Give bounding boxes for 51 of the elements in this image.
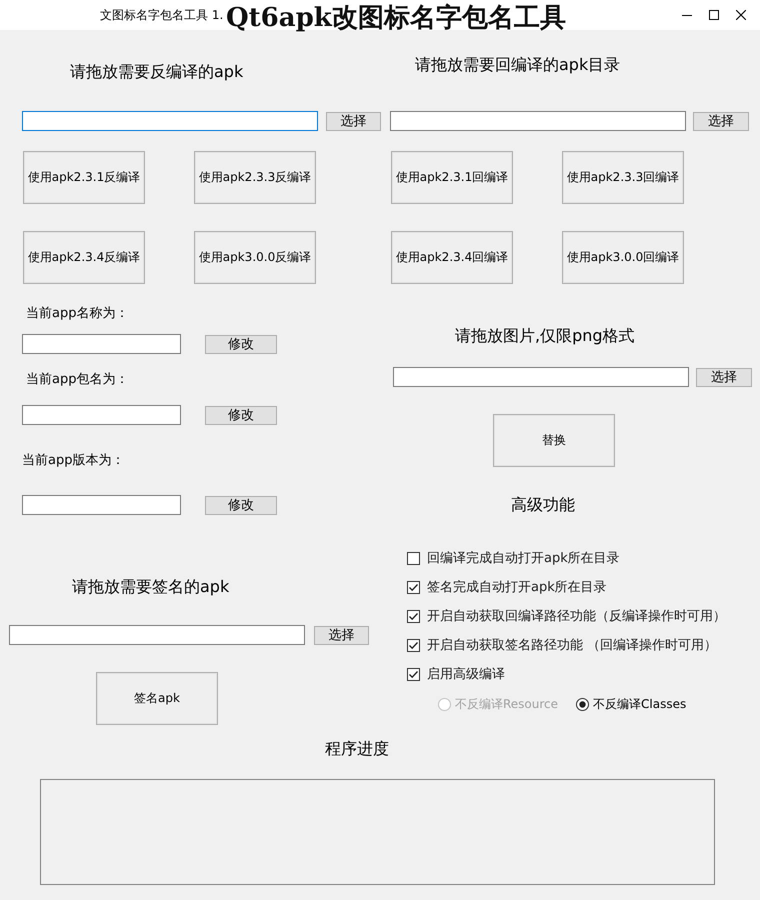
directory-path-field[interactable]: [390, 111, 686, 131]
checkbox-label: 签名完成自动打开apk所在目录: [427, 580, 607, 596]
field-label: 当前app版本为：: [22, 453, 124, 469]
edit-button[interactable]: 修改: [205, 496, 277, 514]
section-heading: 请拖放图片,仅限png格式: [455, 326, 635, 346]
replace-button[interactable]: 替换: [493, 414, 615, 467]
apk-path-field[interactable]: [22, 111, 318, 131]
section-heading: 请拖放需要回编译的apk目录: [415, 55, 620, 75]
browse-button[interactable]: 选择: [314, 626, 369, 644]
section-heading: 高级功能: [511, 495, 575, 515]
sign-apk-button[interactable]: 签名apk: [96, 672, 218, 725]
recompile-button[interactable]: 使用apk2.3.3回编译: [562, 151, 684, 204]
text-field[interactable]: [22, 495, 181, 515]
recompile-button[interactable]: 使用apk2.3.4回编译: [391, 231, 513, 284]
window-title: 文图标名字包名工具 1.: [100, 6, 224, 24]
image-path-field[interactable]: [393, 367, 689, 387]
checkbox-label: 启用高级编译: [427, 666, 505, 682]
edit-button[interactable]: 修改: [205, 334, 277, 354]
browse-button[interactable]: 选择: [693, 112, 749, 130]
checkbox[interactable]: [407, 552, 420, 565]
checkbox[interactable]: [407, 610, 420, 623]
recompile-button[interactable]: 使用apk3.0.0回编译: [562, 231, 684, 284]
browse-button[interactable]: 选择: [326, 112, 381, 130]
checkbox[interactable]: [407, 668, 420, 681]
close-icon: [736, 10, 746, 20]
section-heading: 程序进度: [325, 739, 389, 759]
radio-button[interactable]: [576, 698, 590, 710]
checkbox-label: 开启自动获取回编译路径功能（反编译操作时可用）: [427, 608, 726, 624]
field-label: 当前app包名为：: [26, 372, 128, 388]
text-field[interactable]: [22, 334, 181, 354]
apk-path-field[interactable]: [9, 625, 305, 645]
checkbox[interactable]: [407, 581, 420, 594]
checkbox-label: 回编译完成自动打开apk所在目录: [427, 550, 620, 566]
edit-button[interactable]: 修改: [205, 406, 277, 424]
maximize-icon: [708, 10, 718, 20]
decompile-button[interactable]: 使用apk3.0.0反编译: [194, 231, 316, 284]
text-field[interactable]: [22, 405, 181, 425]
decompile-button[interactable]: 使用apk2.3.4反编译: [23, 231, 145, 284]
browse-button[interactable]: 选择: [696, 368, 752, 386]
app-name-title: Qt6apk改图标名字包名工具: [226, 2, 566, 35]
checkbox-label: 开启自动获取签名路径功能 （回编译操作时可用）: [427, 638, 718, 654]
radio-label: 不反编译Resource: [455, 696, 558, 712]
section-heading: 请拖放需要签名的apk: [72, 577, 230, 597]
decompile-button[interactable]: 使用apk2.3.1反编译: [23, 151, 145, 204]
section-heading: 请拖放需要反编译的apk: [70, 62, 244, 82]
radio-label: 不反编译Classes: [593, 696, 686, 712]
checkbox[interactable]: [407, 639, 420, 652]
minimize-icon: [682, 14, 692, 16]
decompile-button[interactable]: 使用apk2.3.3反编译: [194, 151, 316, 204]
recompile-button[interactable]: 使用apk2.3.1回编译: [391, 151, 513, 204]
field-label: 当前app名称为：: [26, 306, 128, 322]
